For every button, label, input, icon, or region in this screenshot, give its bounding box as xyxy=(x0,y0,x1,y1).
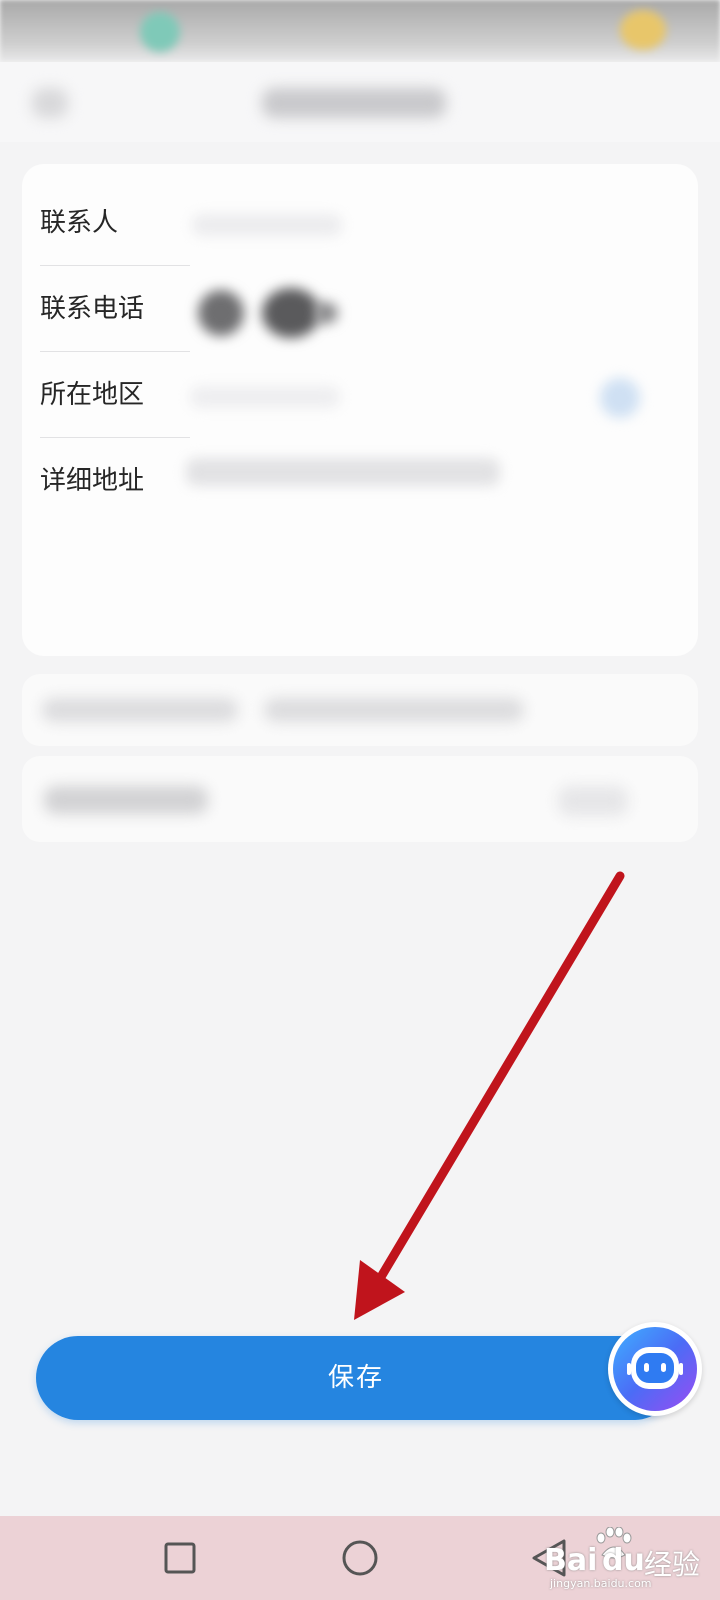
page-title xyxy=(262,88,446,118)
default-toggle[interactable] xyxy=(558,786,628,816)
recent-apps-button[interactable] xyxy=(135,1516,225,1600)
detail-address-input[interactable] xyxy=(186,458,500,486)
watermark-brand-a: Bai xyxy=(544,1543,598,1578)
phone-value[interactable] xyxy=(198,290,244,336)
detail-address-label: 详细地址 xyxy=(40,466,145,496)
phone-label: 联系电话 xyxy=(40,294,145,324)
assistant-ring xyxy=(613,1327,697,1411)
battery-icon xyxy=(620,10,666,50)
robot-face-icon xyxy=(627,1347,683,1389)
home-button[interactable] xyxy=(315,1516,405,1600)
phone-value-3 xyxy=(314,302,338,324)
status-icon xyxy=(140,12,180,52)
form-row-region[interactable]: 所在地区 xyxy=(22,352,698,438)
form-row-phone[interactable]: 联系电话 xyxy=(22,266,698,352)
address-form-card: 联系人 联系电话 所在地区 详细地址 xyxy=(22,164,698,656)
save-button[interactable]: 保存 xyxy=(36,1336,676,1420)
assistant-button[interactable] xyxy=(608,1322,702,1416)
default-address-label xyxy=(44,786,208,814)
tip-text xyxy=(42,698,238,722)
default-address-card[interactable] xyxy=(22,756,698,842)
back-icon[interactable] xyxy=(32,88,68,118)
location-icon[interactable] xyxy=(600,378,640,418)
circle-icon xyxy=(342,1540,378,1576)
contact-label: 联系人 xyxy=(40,208,119,238)
region-select[interactable] xyxy=(190,386,340,408)
form-row-contact[interactable]: 联系人 xyxy=(22,180,698,266)
phone-value-2 xyxy=(262,288,320,338)
watermark-url: jingyan.baidu.com xyxy=(550,1577,652,1590)
address-tip-card xyxy=(22,674,698,746)
title-bar xyxy=(0,62,720,142)
watermark-suffix: 经验 xyxy=(644,1548,701,1581)
tip-text-2 xyxy=(264,698,524,722)
square-icon xyxy=(164,1542,196,1574)
form-row-detail-address[interactable]: 详细地址 xyxy=(22,438,698,524)
watermark-brand-b: du xyxy=(602,1543,645,1578)
status-bar xyxy=(0,0,720,62)
contact-input[interactable] xyxy=(192,214,342,236)
region-label: 所在地区 xyxy=(40,380,145,410)
baidu-jingyan-watermark: Bai du 经验 jingyan.baidu.com xyxy=(544,1523,720,1593)
